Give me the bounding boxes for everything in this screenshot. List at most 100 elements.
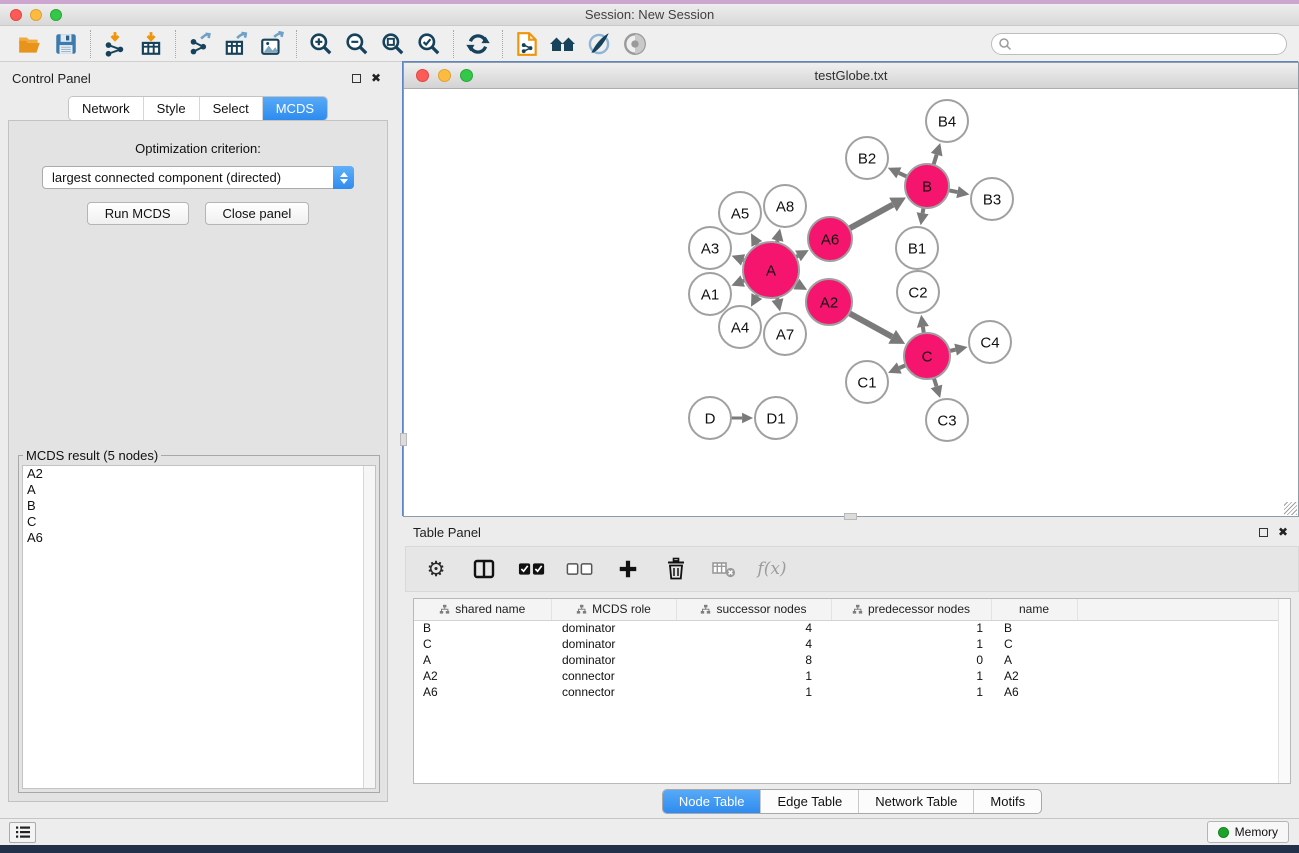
function-builder-icon[interactable]: f(x)	[758, 555, 786, 583]
home-icon[interactable]	[549, 30, 577, 58]
save-session-icon[interactable]	[52, 30, 80, 58]
column-header[interactable]: predecessor nodes	[831, 599, 991, 620]
search-input[interactable]	[1012, 35, 1286, 53]
table-cell[interactable]: A	[414, 652, 551, 668]
graph-edge[interactable]	[934, 378, 937, 386]
table-cell[interactable]: dominator	[551, 652, 676, 668]
table-options-icon[interactable]: ⚙	[422, 555, 450, 583]
table-cell[interactable]: C	[991, 636, 1077, 652]
deselect-all-icon[interactable]	[566, 555, 594, 583]
table-row[interactable]: Adominator80A	[414, 652, 1290, 668]
birdseye-handle-left[interactable]	[400, 433, 407, 446]
close-table-panel-icon[interactable]: ✖	[1275, 524, 1291, 540]
table-cell[interactable]: connector	[551, 668, 676, 684]
table-cell[interactable]: dominator	[551, 620, 676, 636]
graph-edge[interactable]	[899, 365, 906, 368]
table-cell[interactable]: 1	[831, 668, 991, 684]
table-cell[interactable]: dominator	[551, 636, 676, 652]
select-all-icon[interactable]	[518, 555, 546, 583]
export-image-icon[interactable]	[258, 30, 286, 58]
table-cell[interactable]: A2	[991, 668, 1077, 684]
table-row[interactable]: Bdominator41B	[414, 620, 1290, 636]
table-cell[interactable]: B	[991, 620, 1077, 636]
mcds-result-item[interactable]: A6	[23, 530, 375, 546]
show-columns-icon[interactable]	[470, 555, 498, 583]
mcds-result-list[interactable]: A2ABCA6	[22, 465, 376, 789]
table-row[interactable]: A2connector11A2	[414, 668, 1290, 684]
graph-node-label: C2	[908, 284, 927, 301]
column-header[interactable]: shared name	[414, 599, 551, 620]
tab-motifs[interactable]: Motifs	[973, 790, 1041, 813]
birdseye-handle-bottom[interactable]	[844, 513, 857, 520]
close-panel-button[interactable]: Close panel	[205, 202, 310, 225]
table-cell[interactable]: A	[991, 652, 1077, 668]
table-cell[interactable]: C	[414, 636, 551, 652]
graph-edge[interactable]	[933, 155, 936, 165]
zoom-in-icon[interactable]	[307, 30, 335, 58]
run-mcds-button[interactable]: Run MCDS	[87, 202, 189, 225]
network-document-icon[interactable]	[513, 30, 541, 58]
column-header[interactable]: MCDS role	[551, 599, 676, 620]
memory-button[interactable]: Memory	[1207, 821, 1289, 843]
table-cell[interactable]: 1	[831, 636, 991, 652]
table-cell[interactable]: 4	[676, 636, 831, 652]
table-scrollbar[interactable]	[1278, 599, 1290, 783]
zoom-out-icon[interactable]	[343, 30, 371, 58]
table-cell[interactable]: 0	[831, 652, 991, 668]
column-header[interactable]: successor nodes	[676, 599, 831, 620]
table-cell[interactable]: 1	[831, 684, 991, 700]
task-history-button[interactable]	[9, 822, 36, 843]
tab-style[interactable]: Style	[143, 97, 199, 120]
tab-network-table[interactable]: Network Table	[858, 790, 973, 813]
table-body[interactable]: Bdominator41BCdominator41CAdominator80AA…	[414, 620, 1290, 700]
tab-node-table[interactable]: Node Table	[663, 790, 761, 813]
mcds-result-item[interactable]: C	[23, 514, 375, 530]
graph-edge[interactable]	[849, 205, 893, 229]
table-cell[interactable]: A6	[991, 684, 1077, 700]
refresh-layout-icon[interactable]	[464, 30, 492, 58]
birdseye-icon[interactable]	[621, 30, 649, 58]
export-table-icon[interactable]	[222, 30, 250, 58]
column-header[interactable]: name	[991, 599, 1077, 620]
table-cell[interactable]: connector	[551, 684, 676, 700]
graph-edge[interactable]	[949, 190, 958, 192]
mcds-result-item[interactable]: B	[23, 498, 375, 514]
table-cell[interactable]: 8	[676, 652, 831, 668]
open-session-icon[interactable]	[16, 30, 44, 58]
table-cell[interactable]: A6	[414, 684, 551, 700]
mcds-result-item[interactable]: A	[23, 482, 375, 498]
table-cell[interactable]: B	[414, 620, 551, 636]
zoom-selected-icon[interactable]	[415, 30, 443, 58]
tab-select[interactable]: Select	[199, 97, 262, 120]
float-panel-icon[interactable]	[348, 70, 364, 86]
criterion-select-value: largest connected component (directed)	[52, 170, 281, 185]
export-network-icon[interactable]	[186, 30, 214, 58]
float-table-panel-icon[interactable]	[1255, 524, 1271, 540]
delete-column-icon[interactable]	[662, 555, 690, 583]
table-cell[interactable]: 4	[676, 620, 831, 636]
close-panel-icon[interactable]: ✖	[368, 70, 384, 86]
mcds-result-item[interactable]: A2	[23, 466, 375, 482]
import-table-icon[interactable]	[137, 30, 165, 58]
mcds-list-scrollbar[interactable]	[363, 466, 375, 788]
network-canvas[interactable]: B4B2BB3A5A8A6A3B1AC2A1A2A4A7C4CC1C3DD1	[404, 89, 1298, 516]
table-header[interactable]: shared nameMCDS rolesuccessor nodesprede…	[414, 599, 1290, 620]
table-row[interactable]: Cdominator41C	[414, 636, 1290, 652]
table-cell[interactable]: 1	[676, 668, 831, 684]
table-row[interactable]: A6connector11A6	[414, 684, 1290, 700]
graph-edge[interactable]	[899, 173, 907, 177]
table-cell[interactable]: 1	[831, 620, 991, 636]
add-column-icon[interactable]	[614, 555, 642, 583]
import-network-icon[interactable]	[101, 30, 129, 58]
table-cell[interactable]: A2	[414, 668, 551, 684]
tab-network[interactable]: Network	[69, 97, 143, 120]
graph-edge[interactable]	[849, 313, 892, 337]
zoom-fit-icon[interactable]	[379, 30, 407, 58]
delete-table-icon[interactable]	[710, 555, 738, 583]
table-cell[interactable]: 1	[676, 684, 831, 700]
resize-grip-icon[interactable]	[1284, 502, 1297, 515]
tab-edge-table[interactable]: Edge Table	[760, 790, 858, 813]
criterion-select[interactable]: largest connected component (directed)	[42, 166, 354, 189]
tab-mcds[interactable]: MCDS	[262, 97, 327, 120]
graphics-details-icon[interactable]	[585, 30, 613, 58]
